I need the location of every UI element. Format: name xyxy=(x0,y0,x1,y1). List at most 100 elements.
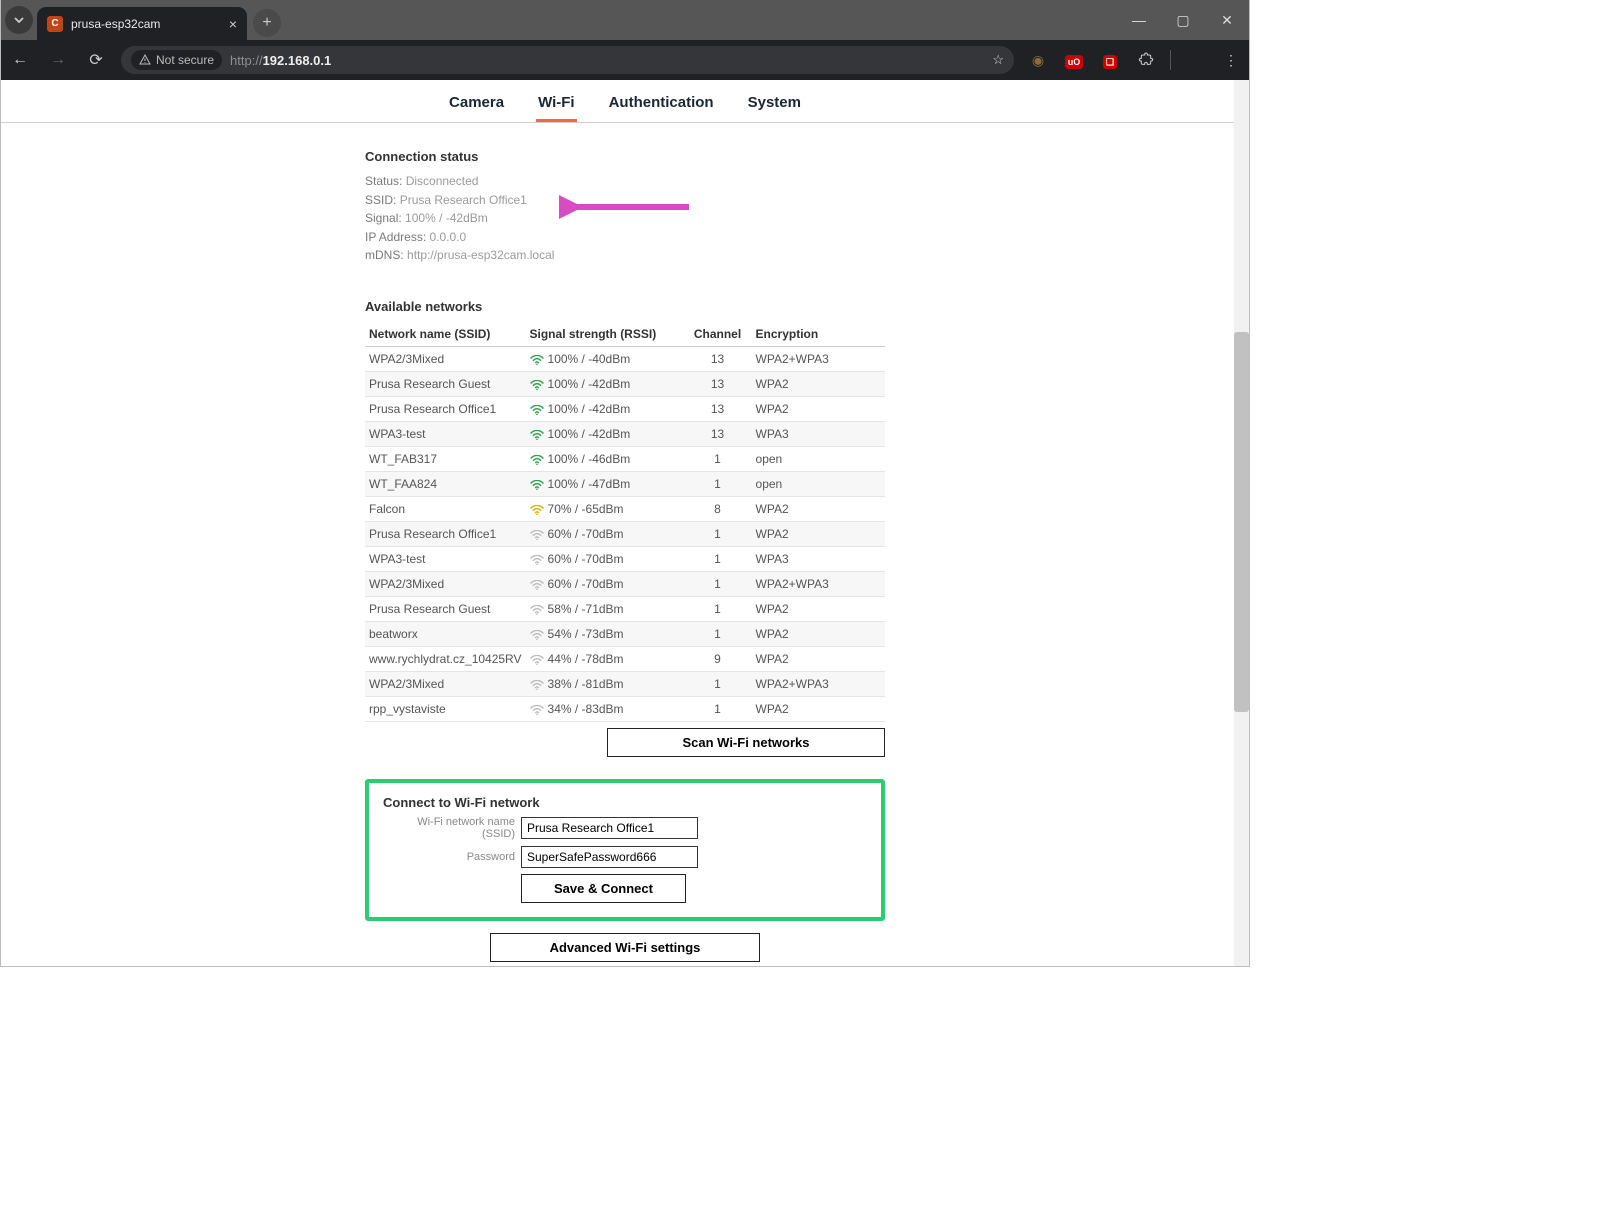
extension-icon-1[interactable]: ◉ xyxy=(1026,52,1050,69)
mdns-value: http://prusa-esp32cam.local xyxy=(407,248,554,262)
cell-encryption: WPA2 xyxy=(752,371,885,396)
cell-ssid: Prusa Research Office1 xyxy=(365,396,526,421)
wifi-signal-icon xyxy=(530,480,544,491)
page-viewport[interactable]: Camera Wi-Fi Authentication System Conne… xyxy=(1,80,1249,966)
toolbar-divider xyxy=(1170,50,1171,70)
cell-ssid: Prusa Research Guest xyxy=(365,596,526,621)
new-tab-button[interactable]: + xyxy=(253,9,281,37)
tab-title: prusa-esp32cam xyxy=(71,17,160,31)
cell-encryption: WPA3 xyxy=(752,546,885,571)
network-row[interactable]: WT_FAA824100% / -47dBm1open xyxy=(365,471,885,496)
connect-heading: Connect to Wi-Fi network xyxy=(383,795,867,810)
cell-channel: 1 xyxy=(684,521,752,546)
cell-encryption: WPA2+WPA3 xyxy=(752,571,885,596)
cell-channel: 8 xyxy=(684,496,752,521)
cell-rssi: 100% / -42dBm xyxy=(526,371,684,396)
col-rssi: Signal strength (RSSI) xyxy=(526,322,684,347)
cell-ssid: rpp_vystaviste xyxy=(365,696,526,721)
cell-rssi: 60% / -70dBm xyxy=(526,546,684,571)
cell-channel: 1 xyxy=(684,671,752,696)
tablist-expand-button[interactable] xyxy=(5,6,33,34)
wifi-signal-icon xyxy=(530,530,544,541)
window-close-button[interactable]: ✕ xyxy=(1205,0,1249,40)
extension-ublock-icon[interactable]: uO xyxy=(1062,52,1086,68)
cell-ssid: WPA2/3Mixed xyxy=(365,671,526,696)
cell-encryption: WPA2 xyxy=(752,696,885,721)
ssid-label: SSID: xyxy=(365,193,396,207)
tab-system[interactable]: System xyxy=(746,86,803,122)
network-row[interactable]: www.rychlydrat.cz_10425RV44% / -78dBm9WP… xyxy=(365,646,885,671)
bookmark-star-icon[interactable]: ☆ xyxy=(992,52,1004,68)
tab-close-button[interactable]: × xyxy=(229,16,237,32)
nav-forward-button[interactable]: → xyxy=(45,51,71,69)
tab-favicon: C xyxy=(47,16,63,32)
tab-wifi[interactable]: Wi-Fi xyxy=(536,86,577,122)
cell-rssi: 58% / -71dBm xyxy=(526,596,684,621)
advanced-settings-button[interactable]: Advanced Wi-Fi settings xyxy=(490,933,760,962)
network-row[interactable]: WPA2/3Mixed100% / -40dBm13WPA2+WPA3 xyxy=(365,346,885,371)
nav-back-button[interactable]: ← xyxy=(7,51,33,69)
network-row[interactable]: WPA3-test60% / -70dBm1WPA3 xyxy=(365,546,885,571)
network-row[interactable]: Prusa Research Office1100% / -42dBm13WPA… xyxy=(365,396,885,421)
network-row[interactable]: Prusa Research Guest58% / -71dBm1WPA2 xyxy=(365,596,885,621)
status-label: Status: xyxy=(365,174,402,188)
window-maximize-button[interactable]: ▢ xyxy=(1161,0,1205,40)
signal-label: Signal: xyxy=(365,211,402,225)
col-encryption: Encryption xyxy=(752,322,885,347)
wifi-signal-icon xyxy=(530,655,544,666)
cell-rssi: 44% / -78dBm xyxy=(526,646,684,671)
window-minimize-button[interactable]: — xyxy=(1117,0,1161,40)
ssid-field[interactable] xyxy=(521,817,698,839)
cell-rssi: 54% / -73dBm xyxy=(526,621,684,646)
cell-channel: 13 xyxy=(684,371,752,396)
status-value: Disconnected xyxy=(406,174,479,188)
network-row[interactable]: WPA2/3Mixed60% / -70dBm1WPA2+WPA3 xyxy=(365,571,885,596)
cell-ssid: Falcon xyxy=(365,496,526,521)
cell-encryption: WPA3 xyxy=(752,421,885,446)
scrollbar-thumb[interactable] xyxy=(1234,332,1249,712)
network-row[interactable]: rpp_vystaviste34% / -83dBm1WPA2 xyxy=(365,696,885,721)
cell-channel: 1 xyxy=(684,571,752,596)
cell-channel: 1 xyxy=(684,596,752,621)
cell-ssid: Prusa Research Guest xyxy=(365,371,526,396)
network-row[interactable]: WPA3-test100% / -42dBm13WPA3 xyxy=(365,421,885,446)
cell-ssid: WPA2/3Mixed xyxy=(365,346,526,371)
cell-channel: 1 xyxy=(684,446,752,471)
extension-icon-2[interactable]: ❏ xyxy=(1098,52,1122,68)
nav-reload-button[interactable]: ⟳ xyxy=(83,50,109,70)
extensions-puzzle-icon[interactable] xyxy=(1134,51,1158,70)
security-badge[interactable]: Not secure xyxy=(131,50,222,70)
active-browser-tab[interactable]: C prusa-esp32cam × xyxy=(37,7,247,40)
network-row[interactable]: beatworx54% / -73dBm1WPA2 xyxy=(365,621,885,646)
tab-camera[interactable]: Camera xyxy=(447,86,506,122)
password-field-label: Password xyxy=(383,851,515,863)
password-field[interactable] xyxy=(521,846,698,868)
tabstrip: C prusa-esp32cam × + — ▢ ✕ xyxy=(1,0,1249,40)
cell-ssid: WPA3-test xyxy=(365,421,526,446)
networks-heading: Available networks xyxy=(365,299,885,314)
cell-channel: 1 xyxy=(684,621,752,646)
cell-rssi: 100% / -42dBm xyxy=(526,421,684,446)
scan-networks-button[interactable]: Scan Wi-Fi networks xyxy=(607,728,885,757)
cell-encryption: WPA2 xyxy=(752,396,885,421)
browser-menu-button[interactable]: ⋮ xyxy=(1219,52,1243,69)
network-row[interactable]: Falcon70% / -65dBm8WPA2 xyxy=(365,496,885,521)
cell-encryption: WPA2+WPA3 xyxy=(752,346,885,371)
network-row[interactable]: Prusa Research Office160% / -70dBm1WPA2 xyxy=(365,521,885,546)
cell-encryption: WPA2 xyxy=(752,596,885,621)
save-connect-button[interactable]: Save & Connect xyxy=(521,874,686,903)
network-row[interactable]: WPA2/3Mixed38% / -81dBm1WPA2+WPA3 xyxy=(365,671,885,696)
cell-rssi: 34% / -83dBm xyxy=(526,696,684,721)
network-row[interactable]: Prusa Research Guest100% / -42dBm13WPA2 xyxy=(365,371,885,396)
cell-rssi: 100% / -42dBm xyxy=(526,396,684,421)
connect-form: Connect to Wi-Fi network Wi-Fi network n… xyxy=(365,779,885,921)
wifi-signal-icon xyxy=(530,355,544,366)
ssid-field-label: Wi-Fi network name (SSID) xyxy=(383,816,515,840)
wifi-signal-icon xyxy=(530,630,544,641)
network-row[interactable]: WT_FAB317100% / -46dBm1open xyxy=(365,446,885,471)
page-content: Camera Wi-Fi Authentication System Conne… xyxy=(1,80,1249,962)
cell-ssid: WT_FAB317 xyxy=(365,446,526,471)
address-bar[interactable]: Not secure http://192.168.0.1 ☆ xyxy=(121,46,1014,74)
ip-value: 0.0.0.0 xyxy=(430,230,467,244)
tab-authentication[interactable]: Authentication xyxy=(607,86,716,122)
